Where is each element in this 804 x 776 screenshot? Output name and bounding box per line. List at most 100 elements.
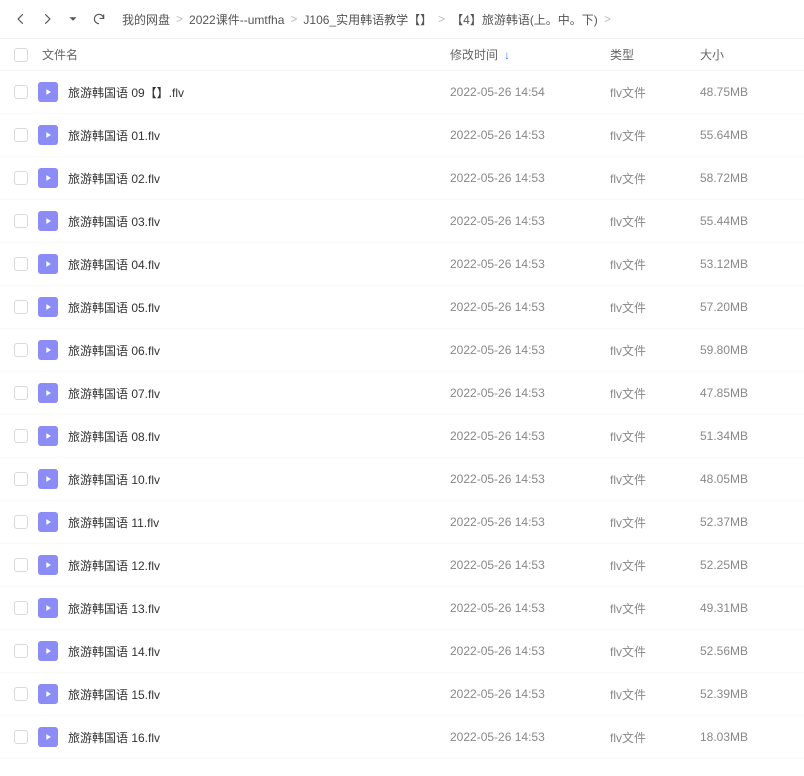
checkbox-cell xyxy=(14,644,38,658)
file-size: 48.75MB xyxy=(700,85,790,99)
file-size: 52.39MB xyxy=(700,687,790,701)
file-date: 2022-05-26 14:53 xyxy=(450,386,610,400)
file-size: 52.37MB xyxy=(700,515,790,529)
checkbox-cell xyxy=(14,558,38,572)
checkbox-cell xyxy=(14,343,38,357)
row-checkbox[interactable] xyxy=(14,257,28,271)
select-all-checkbox[interactable] xyxy=(14,48,28,62)
file-row[interactable]: 旅游韩国语 02.flv2022-05-26 14:53flv文件58.72MB xyxy=(0,157,804,200)
breadcrumb: 我的网盘 > 2022课件--umtfha > J106_实用韩语教学【】 > … xyxy=(122,11,613,28)
breadcrumb-item[interactable]: J106_实用韩语教学【】 xyxy=(303,11,432,28)
file-row[interactable]: 旅游韩国语 05.flv2022-05-26 14:53flv文件57.20MB xyxy=(0,286,804,329)
file-row[interactable]: 旅游韩国语 11.flv2022-05-26 14:53flv文件52.37MB xyxy=(0,501,804,544)
file-row[interactable]: 旅游韩国语 08.flv2022-05-26 14:53flv文件51.34MB xyxy=(0,415,804,458)
file-name[interactable]: 旅游韩国语 05.flv xyxy=(68,299,160,316)
row-checkbox[interactable] xyxy=(14,171,28,185)
column-header-type[interactable]: 类型 xyxy=(610,46,700,63)
file-row[interactable]: 旅游韩国语 07.flv2022-05-26 14:53flv文件47.85MB xyxy=(0,372,804,415)
file-size: 59.80MB xyxy=(700,343,790,357)
file-type: flv文件 xyxy=(610,170,700,187)
checkbox-cell xyxy=(14,128,38,142)
file-name[interactable]: 旅游韩国语 15.flv xyxy=(68,686,160,703)
file-name[interactable]: 旅游韩国语 02.flv xyxy=(68,170,160,187)
column-header-size[interactable]: 大小 xyxy=(700,46,790,63)
row-checkbox[interactable] xyxy=(14,85,28,99)
file-size: 57.20MB xyxy=(700,300,790,314)
file-type: flv文件 xyxy=(610,729,700,746)
row-checkbox[interactable] xyxy=(14,730,28,744)
row-checkbox[interactable] xyxy=(14,128,28,142)
file-row[interactable]: 旅游韩国语 16.flv2022-05-26 14:53flv文件18.03MB xyxy=(0,716,804,759)
chevron-right-icon xyxy=(40,12,54,26)
checkbox-cell xyxy=(14,687,38,701)
file-row[interactable]: 旅游韩国语 12.flv2022-05-26 14:53flv文件52.25MB xyxy=(0,544,804,587)
column-header-date-label: 修改时间 xyxy=(450,46,498,63)
file-name[interactable]: 旅游韩国语 14.flv xyxy=(68,643,160,660)
file-name[interactable]: 旅游韩国语 08.flv xyxy=(68,428,160,445)
row-checkbox[interactable] xyxy=(14,687,28,701)
checkbox-cell xyxy=(14,257,38,271)
file-name[interactable]: 旅游韩国语 16.flv xyxy=(68,729,160,746)
file-row[interactable]: 旅游韩国语 14.flv2022-05-26 14:53flv文件52.56MB xyxy=(0,630,804,673)
file-name[interactable]: 旅游韩国语 11.flv xyxy=(68,514,159,531)
breadcrumb-item[interactable]: 我的网盘 xyxy=(122,11,170,28)
nav-dropdown-button[interactable] xyxy=(62,8,84,30)
checkbox-cell xyxy=(14,515,38,529)
file-size: 58.72MB xyxy=(700,171,790,185)
video-file-icon xyxy=(38,125,58,145)
column-header-name[interactable]: 文件名 xyxy=(38,46,450,63)
file-name-cell: 旅游韩国语 14.flv xyxy=(38,641,450,661)
file-row[interactable]: 旅游韩国语 13.flv2022-05-26 14:53flv文件49.31MB xyxy=(0,587,804,630)
row-checkbox[interactable] xyxy=(14,300,28,314)
file-row[interactable]: 旅游韩国语 15.flv2022-05-26 14:53flv文件52.39MB xyxy=(0,673,804,716)
file-date: 2022-05-26 14:53 xyxy=(450,515,610,529)
file-name-cell: 旅游韩国语 04.flv xyxy=(38,254,450,274)
row-checkbox[interactable] xyxy=(14,601,28,615)
file-row[interactable]: 旅游韩国语 06.flv2022-05-26 14:53flv文件59.80MB xyxy=(0,329,804,372)
row-checkbox[interactable] xyxy=(14,515,28,529)
nav-forward-button[interactable] xyxy=(36,8,58,30)
refresh-button[interactable] xyxy=(88,8,110,30)
row-checkbox[interactable] xyxy=(14,558,28,572)
file-type: flv文件 xyxy=(610,557,700,574)
row-checkbox[interactable] xyxy=(14,472,28,486)
file-date: 2022-05-26 14:53 xyxy=(450,601,610,615)
video-file-icon xyxy=(38,383,58,403)
file-name[interactable]: 旅游韩国语 03.flv xyxy=(68,213,160,230)
row-checkbox[interactable] xyxy=(14,644,28,658)
file-name-cell: 旅游韩国语 10.flv xyxy=(38,469,450,489)
breadcrumb-item[interactable]: 2022课件--umtfha xyxy=(189,11,284,28)
file-name[interactable]: 旅游韩国语 10.flv xyxy=(68,471,160,488)
file-name[interactable]: 旅游韩国语 09【】.flv xyxy=(68,84,184,101)
video-file-icon xyxy=(38,82,58,102)
file-row[interactable]: 旅游韩国语 01.flv2022-05-26 14:53flv文件55.64MB xyxy=(0,114,804,157)
file-name-cell: 旅游韩国语 01.flv xyxy=(38,125,450,145)
file-size: 52.56MB xyxy=(700,644,790,658)
file-name[interactable]: 旅游韩国语 04.flv xyxy=(68,256,160,273)
file-row[interactable]: 旅游韩国语 03.flv2022-05-26 14:53flv文件55.44MB xyxy=(0,200,804,243)
checkbox-cell xyxy=(14,601,38,615)
file-name[interactable]: 旅游韩国语 01.flv xyxy=(68,127,160,144)
row-checkbox[interactable] xyxy=(14,386,28,400)
checkbox-cell xyxy=(14,386,38,400)
file-date: 2022-05-26 14:54 xyxy=(450,85,610,99)
column-header-date[interactable]: 修改时间 ↓ xyxy=(450,46,610,63)
file-name[interactable]: 旅游韩国语 06.flv xyxy=(68,342,160,359)
nav-back-button[interactable] xyxy=(10,8,32,30)
file-row[interactable]: 旅游韩国语 10.flv2022-05-26 14:53flv文件48.05MB xyxy=(0,458,804,501)
row-checkbox[interactable] xyxy=(14,343,28,357)
video-file-icon xyxy=(38,469,58,489)
row-checkbox[interactable] xyxy=(14,214,28,228)
file-name[interactable]: 旅游韩国语 12.flv xyxy=(68,557,160,574)
video-file-icon xyxy=(38,340,58,360)
breadcrumb-item[interactable]: 【4】旅游韩语(上。中。下) xyxy=(451,11,598,28)
video-file-icon xyxy=(38,598,58,618)
file-size: 53.12MB xyxy=(700,257,790,271)
sort-desc-icon: ↓ xyxy=(504,48,510,62)
video-file-icon xyxy=(38,641,58,661)
file-name[interactable]: 旅游韩国语 13.flv xyxy=(68,600,160,617)
file-row[interactable]: 旅游韩国语 09【】.flv2022-05-26 14:54flv文件48.75… xyxy=(0,71,804,114)
file-name[interactable]: 旅游韩国语 07.flv xyxy=(68,385,160,402)
file-row[interactable]: 旅游韩国语 04.flv2022-05-26 14:53flv文件53.12MB xyxy=(0,243,804,286)
row-checkbox[interactable] xyxy=(14,429,28,443)
